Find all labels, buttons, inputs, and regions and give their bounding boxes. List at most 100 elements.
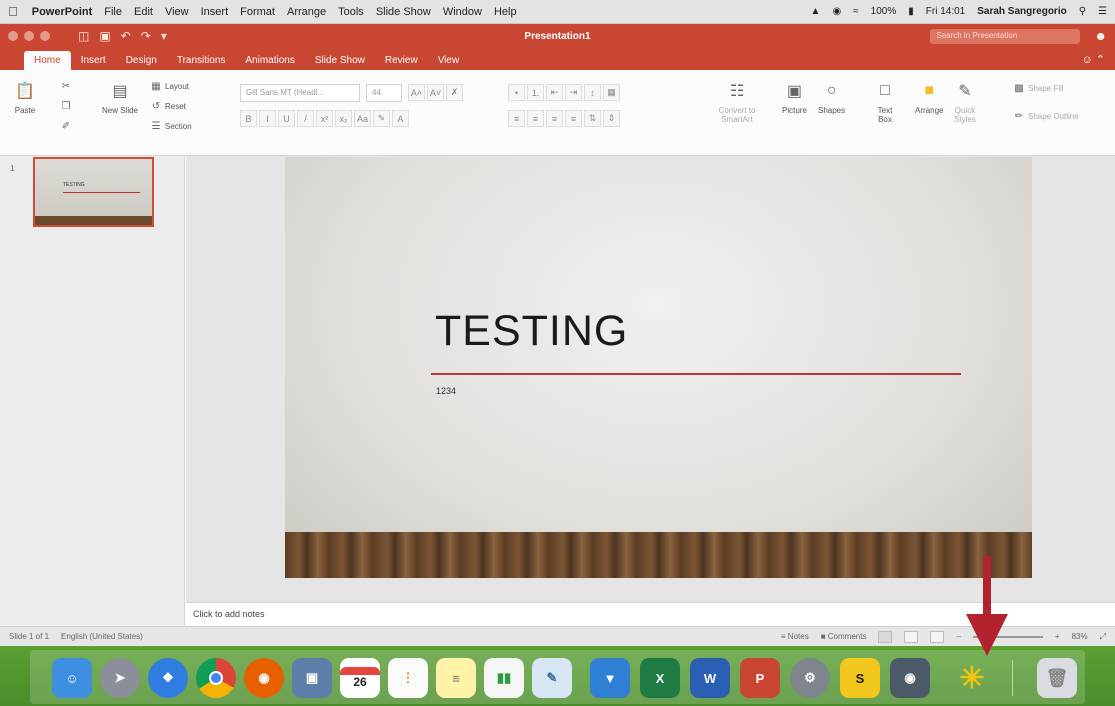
slide-title[interactable]: TESTING bbox=[435, 307, 628, 356]
increase-indent-icon[interactable]: ⇥ bbox=[565, 84, 582, 101]
notes-app-icon[interactable]: ≡ bbox=[436, 658, 476, 698]
zoom-window-button[interactable] bbox=[40, 31, 50, 41]
tab-transitions[interactable]: Transitions bbox=[167, 51, 236, 70]
convert-smartart-button[interactable]: ☷ Convert to SmartArt bbox=[715, 80, 759, 124]
normal-view-button[interactable] bbox=[878, 630, 893, 643]
bullets-icon[interactable]: • bbox=[508, 84, 525, 101]
user-menu[interactable]: Sarah Sangregorio bbox=[977, 6, 1066, 17]
excel-icon[interactable]: X bbox=[640, 658, 680, 698]
align-text-icon[interactable]: ⇕ bbox=[603, 110, 620, 127]
arrange-button[interactable]: ■ Arrange bbox=[915, 80, 943, 115]
battery-indicator[interactable]: 100% bbox=[871, 6, 897, 17]
justify-icon[interactable]: ≡ bbox=[565, 110, 582, 127]
menu-arrange[interactable]: Arrange bbox=[287, 6, 326, 18]
menu-file[interactable]: File bbox=[104, 6, 122, 18]
finder-icon[interactable]: ☺ bbox=[52, 658, 92, 698]
safari-icon[interactable]: ❖ bbox=[148, 658, 188, 698]
new-slide-button[interactable]: ▤ New Slide bbox=[100, 80, 140, 115]
text-box-button[interactable]: □ Text Box bbox=[873, 80, 897, 124]
quick-styles-button[interactable]: ✎ Quick Styles bbox=[950, 80, 980, 124]
align-center-icon[interactable]: ≡ bbox=[527, 110, 544, 127]
align-left-icon[interactable]: ≡ bbox=[508, 110, 525, 127]
reading-view-button[interactable] bbox=[930, 630, 945, 643]
format-painter-button[interactable]: ✐ bbox=[60, 120, 72, 132]
customize-toolbar-icon[interactable]: ▾ bbox=[161, 29, 167, 43]
system-preferences-icon[interactable]: ⚙ bbox=[790, 658, 830, 698]
minimize-window-button[interactable] bbox=[24, 31, 34, 41]
zoom-level[interactable]: 83% bbox=[1072, 632, 1088, 641]
toggle-sidebar-icon[interactable]: ◫ bbox=[78, 29, 89, 43]
highlight-icon[interactable]: ✎ bbox=[373, 110, 390, 127]
firefox-icon[interactable]: ◉ bbox=[244, 658, 284, 698]
shape-outline-button[interactable]: ✏ Shape Outline bbox=[1013, 110, 1079, 122]
app-menu[interactable]: PowerPoint bbox=[32, 6, 93, 18]
align-right-icon[interactable]: ≡ bbox=[546, 110, 563, 127]
preview-icon[interactable]: ▣ bbox=[292, 658, 332, 698]
numbering-icon[interactable]: 1. bbox=[527, 84, 544, 101]
tab-insert[interactable]: Insert bbox=[71, 51, 116, 70]
strikethrough-icon[interactable]: ̸ bbox=[297, 110, 314, 127]
section-button[interactable]: ☰ Section bbox=[150, 120, 192, 132]
tab-home[interactable]: Home bbox=[24, 51, 71, 70]
launchpad-icon[interactable]: ➤ bbox=[100, 658, 140, 698]
smiley-feedback-icon[interactable]: ☺ ⌃ bbox=[1071, 49, 1115, 70]
superscript-icon[interactable]: x² bbox=[316, 110, 333, 127]
decrease-indent-icon[interactable]: ⇤ bbox=[546, 84, 563, 101]
fit-to-window-icon[interactable]: ⤢ bbox=[1100, 632, 1106, 642]
menu-insert[interactable]: Insert bbox=[201, 6, 229, 18]
tab-animations[interactable]: Animations bbox=[235, 51, 304, 70]
tab-view[interactable]: View bbox=[428, 51, 470, 70]
language-indicator[interactable]: English (United States) bbox=[61, 632, 143, 641]
cut-button[interactable]: ✂ bbox=[60, 80, 72, 92]
zoom-in-button[interactable]: + bbox=[1055, 632, 1060, 641]
slide-subtitle[interactable]: 1234 bbox=[436, 386, 456, 396]
keynote-icon[interactable]: ▼ bbox=[590, 658, 630, 698]
menu-slide-show[interactable]: Slide Show bbox=[376, 6, 431, 18]
increase-font-icon[interactable]: A˄ bbox=[408, 84, 425, 101]
spotlight-search-icon[interactable]: ⚲ bbox=[1079, 6, 1086, 17]
chrome-icon[interactable] bbox=[196, 658, 236, 698]
clock[interactable]: Fri 14:01 bbox=[926, 6, 965, 17]
drive-icon[interactable]: ▲ bbox=[811, 6, 821, 17]
menu-help[interactable]: Help bbox=[494, 6, 517, 18]
undo-icon[interactable]: ↶ bbox=[121, 29, 131, 43]
tab-slide-show[interactable]: Slide Show bbox=[305, 51, 375, 70]
slide-thumbnail[interactable]: TESTING bbox=[33, 157, 154, 227]
font-name-dropdown[interactable]: Gill Sans MT (Headi... bbox=[240, 84, 360, 102]
slide-canvas[interactable]: TESTING 1234 bbox=[285, 157, 1032, 578]
tab-review[interactable]: Review bbox=[375, 51, 428, 70]
menu-tools[interactable]: Tools bbox=[338, 6, 364, 18]
notes-toggle[interactable]: ≡ Notes bbox=[781, 632, 809, 641]
notification-center-icon[interactable]: ☰ bbox=[1098, 6, 1107, 17]
italic-icon[interactable]: I bbox=[259, 110, 276, 127]
apple-icon[interactable]:  bbox=[8, 4, 18, 19]
reminders-icon[interactable]: ⋮ bbox=[388, 658, 428, 698]
decrease-font-icon[interactable]: A˅ bbox=[427, 84, 444, 101]
numbers-icon[interactable]: ▮▮ bbox=[484, 658, 524, 698]
shapes-button[interactable]: ○ Shapes bbox=[818, 80, 845, 115]
copy-button[interactable]: ❐ bbox=[60, 100, 72, 112]
font-color-icon[interactable]: A bbox=[392, 110, 409, 127]
picture-button[interactable]: ▣ Picture bbox=[782, 80, 807, 115]
font-size-dropdown[interactable]: 44 bbox=[366, 84, 402, 102]
underline-icon[interactable]: U bbox=[278, 110, 295, 127]
preview-photos-icon[interactable]: ✎ bbox=[532, 658, 572, 698]
menu-window[interactable]: Window bbox=[443, 6, 482, 18]
powerpoint-icon[interactable]: P bbox=[740, 658, 780, 698]
screenshot-app-icon[interactable]: ✳ bbox=[952, 658, 992, 698]
tab-design[interactable]: Design bbox=[116, 51, 167, 70]
menu-edit[interactable]: Edit bbox=[134, 6, 153, 18]
skype-icon[interactable]: S bbox=[840, 658, 880, 698]
bold-icon[interactable]: B bbox=[240, 110, 257, 127]
clear-formatting-icon[interactable]: ✗ bbox=[446, 84, 463, 101]
calendar-icon[interactable]: 26 bbox=[340, 658, 380, 698]
search-input[interactable]: Search in Presentation bbox=[930, 28, 1081, 44]
save-icon[interactable]: ▣ bbox=[99, 29, 110, 43]
layout-button[interactable]: ▦ Layout bbox=[150, 80, 189, 92]
reset-button[interactable]: ↺ Reset bbox=[150, 100, 186, 112]
shape-fill-button[interactable]: ▩ Shape Fill bbox=[1013, 82, 1063, 94]
paste-button[interactable]: 📋 Paste bbox=[14, 80, 36, 115]
share-profile-icon[interactable]: ☻ bbox=[1094, 29, 1107, 43]
word-icon[interactable]: W bbox=[690, 658, 730, 698]
norton-icon[interactable]: ◉ bbox=[832, 6, 841, 17]
